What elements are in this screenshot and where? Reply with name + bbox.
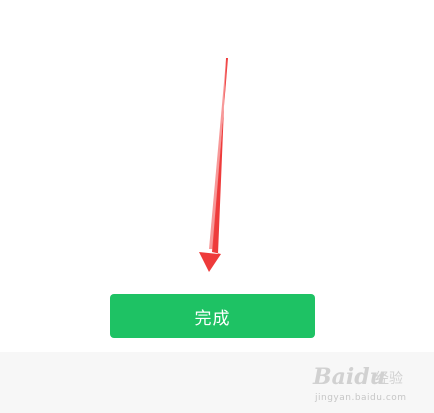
watermark-url: jingyan.baidu.com <box>315 393 407 403</box>
red-arrow-icon <box>199 58 228 272</box>
screen: 完成 Baidu 经验 jingyan.baidu.com <box>0 0 434 413</box>
done-button[interactable]: 完成 <box>110 294 315 338</box>
baidu-jingyan-watermark: Baidu 经验 jingyan.baidu.com <box>313 362 429 408</box>
watermark-product: 经验 <box>375 371 403 387</box>
